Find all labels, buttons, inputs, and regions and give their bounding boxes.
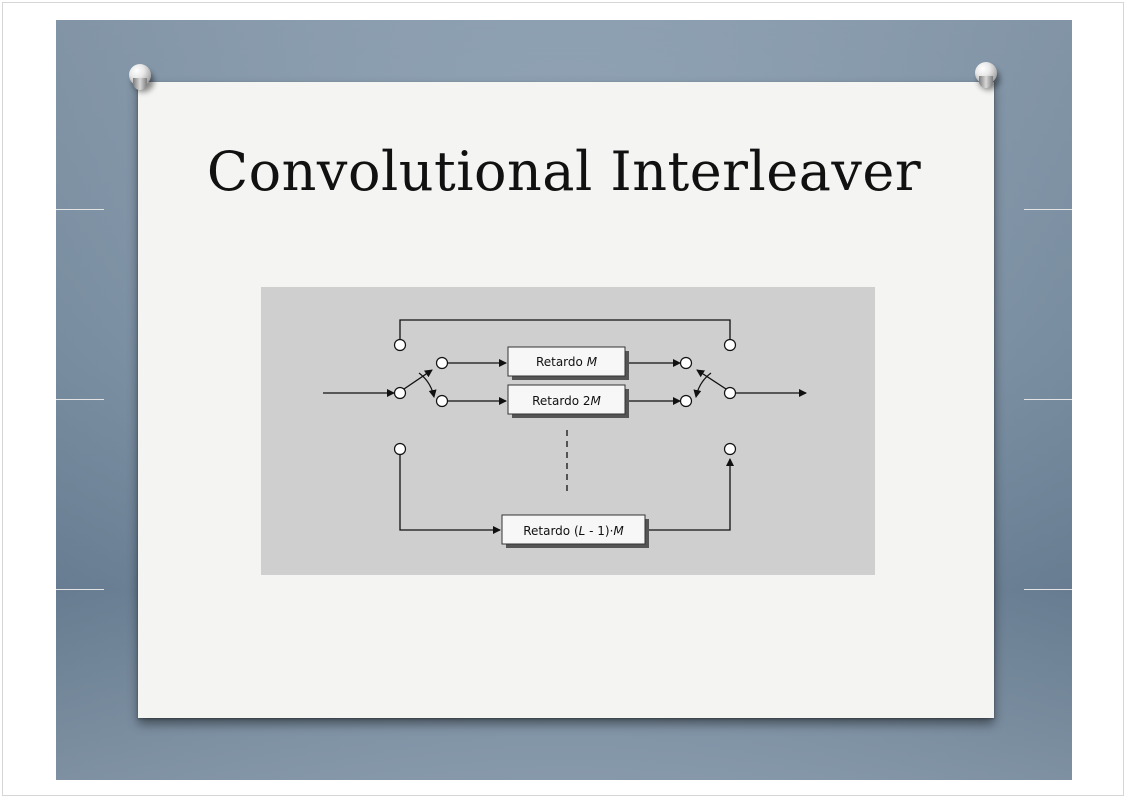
bottom-branch-out bbox=[645, 458, 734, 531]
output-contact-branch1 bbox=[679, 356, 693, 370]
delay-box-1-label: Retardo M bbox=[536, 355, 598, 369]
input-contact-top bbox=[393, 338, 407, 352]
diagram-svg: Retardo M Retardo 2M Retardo (L - 1)·M bbox=[323, 319, 807, 548]
pushpin-icon bbox=[975, 62, 997, 88]
delay-box-3-label: Retardo (L - 1)·M bbox=[523, 524, 624, 538]
pushpin-icon bbox=[129, 64, 151, 90]
delay-box-2-label: Retardo 2M bbox=[532, 394, 601, 408]
slide-title: Convolutional Interleaver bbox=[206, 140, 922, 203]
delay-box-3: Retardo (L - 1)·M bbox=[501, 514, 649, 548]
guide-line bbox=[1024, 589, 1072, 590]
delay-box-2: Retardo 2M bbox=[507, 384, 629, 418]
output-switch-rotation bbox=[693, 372, 712, 398]
output-switch-arm bbox=[696, 369, 727, 390]
guide-line bbox=[56, 209, 104, 210]
top-bypass-line bbox=[399, 319, 731, 339]
guide-line bbox=[56, 589, 104, 590]
guide-line bbox=[56, 399, 104, 400]
output-pivot bbox=[723, 386, 737, 400]
interleaver-diagram: Retardo M Retardo 2M Retardo (L - 1)·M bbox=[261, 287, 875, 575]
delay-box-1: Retardo M bbox=[507, 346, 629, 380]
output-contact-bottom bbox=[723, 442, 737, 456]
input-contact-branch1 bbox=[435, 356, 449, 370]
guide-line bbox=[1024, 399, 1072, 400]
input-contact-branch2 bbox=[435, 394, 449, 408]
input-switch-arm bbox=[403, 369, 433, 390]
output-contact-top bbox=[723, 338, 737, 352]
input-pivot bbox=[393, 386, 407, 400]
output-contact-branch2 bbox=[679, 394, 693, 408]
input-contact-bottom bbox=[393, 442, 407, 456]
bottom-branch-in bbox=[399, 455, 501, 534]
guide-line bbox=[1024, 209, 1072, 210]
